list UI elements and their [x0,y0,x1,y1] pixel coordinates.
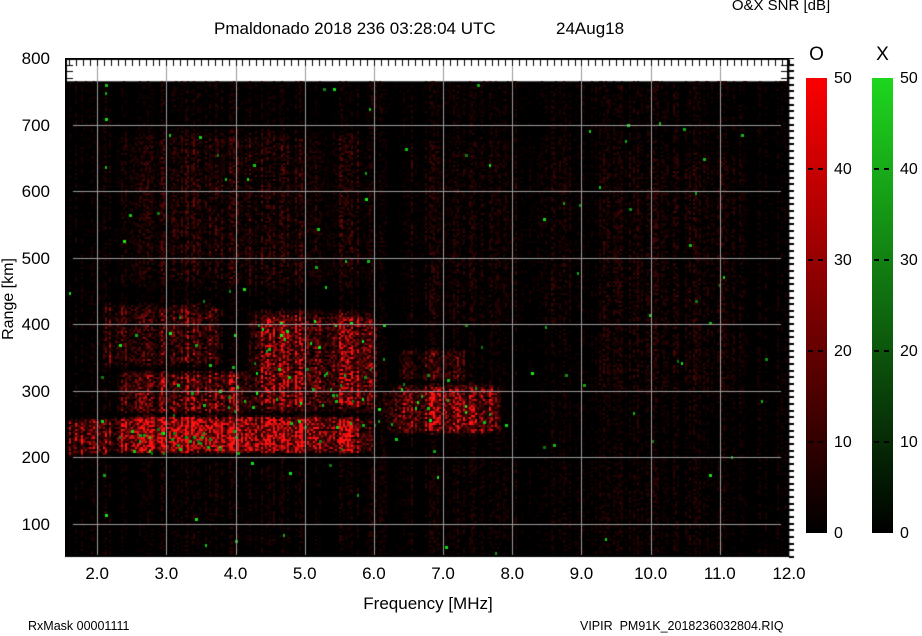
colorbar-tick-dash [884,350,889,352]
colorbar-tick-dash [874,441,879,443]
colorbar-tick-label: 0 [900,525,909,542]
colorbar-tick-dash [818,350,823,352]
x-tick-label: 9.0 [569,564,594,583]
x-tick-label: 7.0 [431,564,455,583]
colorbar-tick-dash [874,259,879,261]
colorbar-tick-dash [884,259,889,261]
ionogram-heatmap-canvas [65,58,799,559]
x-tick-label: 12.0 [772,564,806,583]
colorbar-tick-dash [808,168,813,170]
y-tick-label: 300 [21,381,50,401]
colorbar-tick-dash [884,441,889,443]
colorbar-tick-dash [884,168,889,170]
colorbar-tick-dash [818,168,823,170]
colorbar-tick-label: 20 [834,343,852,360]
colorbar-tick-label: 30 [900,252,918,269]
colorbar-tick-dash [808,441,813,443]
x-tick-label: 10.0 [634,564,668,583]
colorbar-tick-label: 50 [834,70,852,87]
x-tick-label: 8.0 [500,564,525,583]
colorbar-tick-label: 30 [834,252,852,269]
y-tick-label: 600 [21,182,50,202]
colorbar-tick-label: 10 [834,434,852,451]
colorbar-tick-label: 40 [834,161,852,178]
y-tick-label: 200 [21,448,50,468]
y-tick-label: 400 [21,315,50,335]
y-tick-label: 700 [21,115,50,135]
colorbar-tick-label: 10 [900,434,918,451]
colorbar-x [872,78,893,533]
plot-title: Pmaldonado 2018 236 03:28:04 UTC [214,19,496,38]
colorbar-title: O&X SNR [dB] [731,0,831,14]
y-tick-label: 500 [21,248,50,268]
colorbar-tick-dash [808,259,813,261]
colorbar-o-header: O [809,44,824,65]
colorbar-tick-dash [874,168,879,170]
colorbar-tick-dash [818,441,823,443]
colorbar-o [806,78,827,533]
x-tick-label: 11.0 [703,564,736,583]
y-tick-label: 800 [21,49,50,68]
colorbar-x-header: X [876,44,889,65]
data-file-name: VIPIR PM91K_2018236032804.RIQ [580,619,784,633]
plot-date: 24Aug18 [556,19,625,38]
colorbar-tick-label: 50 [900,70,918,87]
x-tick-label: 3.0 [154,564,179,583]
colorbar-tick-dash [808,350,813,352]
colorbar-tick-dash [818,259,823,261]
colorbar-tick-dash [874,350,879,352]
x-tick-label: 4.0 [223,564,248,583]
x-axis-label: Frequency [MHz] [363,594,493,613]
rxmask-status: RxMask 00001111 [28,619,130,633]
x-tick-label: 6.0 [362,564,386,583]
y-tick-label: 100 [21,514,50,534]
colorbar-tick-label: 0 [834,525,843,542]
x-tick-label: 2.0 [85,564,109,583]
ionogram-window: Pmaldonado 2018 236 03:28:04 UTC 24Aug18… [0,0,922,636]
x-tick-label: 5.0 [292,564,317,583]
colorbar-tick-label: 20 [900,343,918,360]
colorbar-tick-label: 40 [900,161,918,178]
